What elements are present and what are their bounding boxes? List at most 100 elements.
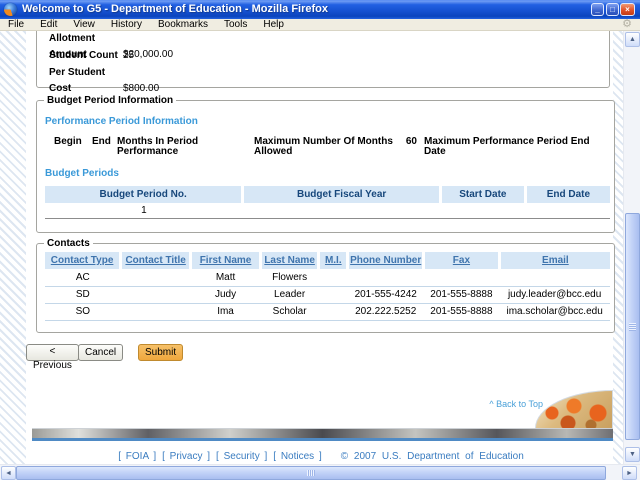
contacts-legend: Contacts: [47, 238, 90, 249]
cancel-button[interactable]: Cancel: [78, 344, 124, 361]
classroom-photo: [535, 390, 613, 428]
table-cell: [347, 269, 424, 287]
column-header-m-i-[interactable]: M.I.: [317, 252, 348, 269]
vertical-scrollbar[interactable]: ▲ ▼: [623, 31, 640, 464]
table-cell: 201-555-8888: [423, 303, 500, 321]
footer-link[interactable]: [ Privacy ]: [162, 451, 210, 462]
menubar-items: File Edit View History Bookmarks Tools Help: [0, 19, 292, 30]
footer-link[interactable]: [ FOIA ]: [118, 451, 156, 462]
footer-link[interactable]: [ Notices ]: [273, 451, 321, 462]
table-cell: Ima: [190, 303, 261, 321]
browser-window: Welcome to G5 - Department of Education …: [0, 0, 640, 480]
table-cell: [525, 203, 610, 219]
table-cell: 202.222.5252: [347, 303, 424, 321]
column-header-start-date: Start Date: [439, 186, 526, 203]
scroll-up-button[interactable]: ▲: [625, 32, 640, 47]
contacts-fieldset: Contacts Contact Type Contact Title First …: [36, 238, 615, 333]
begin-label: Begin: [54, 136, 82, 147]
menu-item-tools[interactable]: Tools: [216, 19, 255, 31]
menu-bar: File Edit View History Bookmarks Tools Help ⚙: [0, 18, 640, 31]
maximize-button[interactable]: □: [606, 3, 619, 16]
table-cell: [318, 303, 348, 321]
table-row: SO Ima Scholar 202.222.5252 201-555-8888 ima.…: [45, 303, 610, 321]
field-label: Student Count: [49, 50, 118, 61]
award-summary-panel: Allotment Amount $20,000.00 Student Count 2…: [36, 31, 610, 94]
column-header-end-date: End Date: [523, 186, 610, 203]
horizontal-scrollbar[interactable]: ◄ ►: [0, 464, 640, 480]
table-cell: ima.scholar@bcc.edu: [499, 303, 610, 321]
column-header-phone-number[interactable]: Phone Number: [346, 252, 424, 269]
max-months-value: 60: [405, 136, 417, 147]
vertical-scrollbar-thumb[interactable]: [625, 213, 640, 440]
horizontal-scrollbar-thumb[interactable]: [16, 466, 606, 480]
max-end-date-label: Maximum Performance Period End Date: [424, 136, 590, 157]
back-to-top-link[interactable]: ^ Back to Top: [489, 399, 543, 409]
menu-item-help[interactable]: Help: [255, 19, 292, 31]
previous-button[interactable]: < Previous: [26, 344, 79, 371]
table-cell: 1: [45, 203, 243, 219]
column-header-fax[interactable]: Fax: [422, 252, 500, 269]
page-viewport: Allotment Amount $20,000.00 Student Count 2…: [0, 31, 623, 464]
summary-rows: Allotment Amount $20,000.00 Student Count 2…: [49, 31, 609, 94]
table-cell: Scholar: [260, 303, 319, 321]
table-cell: [242, 203, 441, 219]
scroll-down-button[interactable]: ▼: [625, 447, 640, 462]
footer-link[interactable]: [ Security ]: [216, 451, 267, 462]
page-footer: [ FOIA ] [ Privacy ] [ Security ] [ Notices…: [26, 450, 613, 462]
footer-links: [ FOIA ] [ Privacy ] [ Security ] [ Notices…: [115, 451, 325, 462]
table-cell: Leader: [260, 286, 319, 304]
table-cell: [440, 203, 526, 219]
max-months-label: Maximum Number Of Months Allowed: [254, 136, 393, 157]
menu-item-bookmarks[interactable]: Bookmarks: [150, 19, 216, 31]
contacts-table: Contact Type Contact Title First Name Last …: [45, 252, 610, 321]
minimize-button[interactable]: _: [591, 3, 604, 16]
menu-item-edit[interactable]: Edit: [32, 19, 65, 31]
field-value: 25: [123, 50, 135, 61]
table-cell: Judy: [190, 286, 261, 304]
table-cell: [318, 269, 348, 287]
table-row: SD Judy Leader 201-555-4242 201-555-8888 judy…: [45, 286, 610, 304]
table-cell: Flowers: [260, 269, 319, 287]
column-header-email[interactable]: Email: [497, 252, 610, 269]
table-cell: 201-555-8888: [423, 286, 500, 304]
budget-periods-heading: Budget Periods: [45, 168, 119, 179]
summary-row: Per Student Cost $800.00: [49, 65, 609, 94]
menu-item-view[interactable]: View: [65, 19, 103, 31]
menu-item-history[interactable]: History: [103, 19, 150, 31]
summary-row: Allotment Amount $20,000.00: [49, 31, 609, 60]
budget-period-legend: Budget Period Information: [47, 95, 174, 106]
table-cell: [423, 269, 500, 287]
table-cell: 201-555-4242: [347, 286, 424, 304]
column-header-first-name[interactable]: First Name: [189, 252, 261, 269]
performance-period-heading: Performance Period Information: [45, 116, 198, 127]
table-cell: SO: [45, 303, 121, 321]
column-header-contact-title[interactable]: Contact Title: [119, 252, 191, 269]
column-header-budget-period-no-: Budget Period No.: [45, 186, 243, 203]
table-cell: Matt: [190, 269, 261, 287]
end-label: End: [92, 136, 111, 147]
budget-period-fieldset: Budget Period Information Performance Pe…: [36, 95, 615, 233]
close-button[interactable]: ×: [620, 3, 635, 16]
table-cell: SD: [45, 286, 121, 304]
table-row: 1: [45, 203, 610, 219]
column-header-budget-fiscal-year: Budget Fiscal Year: [241, 186, 441, 203]
decorative-blue-line: [32, 438, 613, 441]
column-header-contact-type[interactable]: Contact Type: [45, 252, 121, 269]
menu-item-file[interactable]: File: [0, 19, 32, 31]
column-header-last-name[interactable]: Last Name: [258, 252, 319, 269]
table-cell: AC: [45, 269, 121, 287]
field-label: Per Student Cost: [49, 67, 106, 94]
page-content: Allotment Amount $20,000.00 Student Count 2…: [26, 31, 615, 464]
summary-row: Student Count 25: [49, 48, 609, 64]
scroll-left-button[interactable]: ◄: [1, 466, 16, 480]
months-in-period-label: Months In Period Performance: [117, 136, 199, 157]
budget-periods-table: Budget Period No. Budget Fiscal Year Start…: [45, 186, 610, 219]
table-cell: [318, 286, 348, 304]
table-cell: [120, 303, 191, 321]
scroll-right-button[interactable]: ►: [622, 466, 637, 480]
window-title: Welcome to G5 - Department of Education …: [22, 3, 328, 15]
title-bar: Welcome to G5 - Department of Education …: [0, 0, 640, 19]
performance-fields: Begin End Months In Period Performance M…: [41, 135, 610, 165]
decorative-bar: [32, 428, 613, 438]
submit-button[interactable]: Submit: [138, 344, 184, 361]
